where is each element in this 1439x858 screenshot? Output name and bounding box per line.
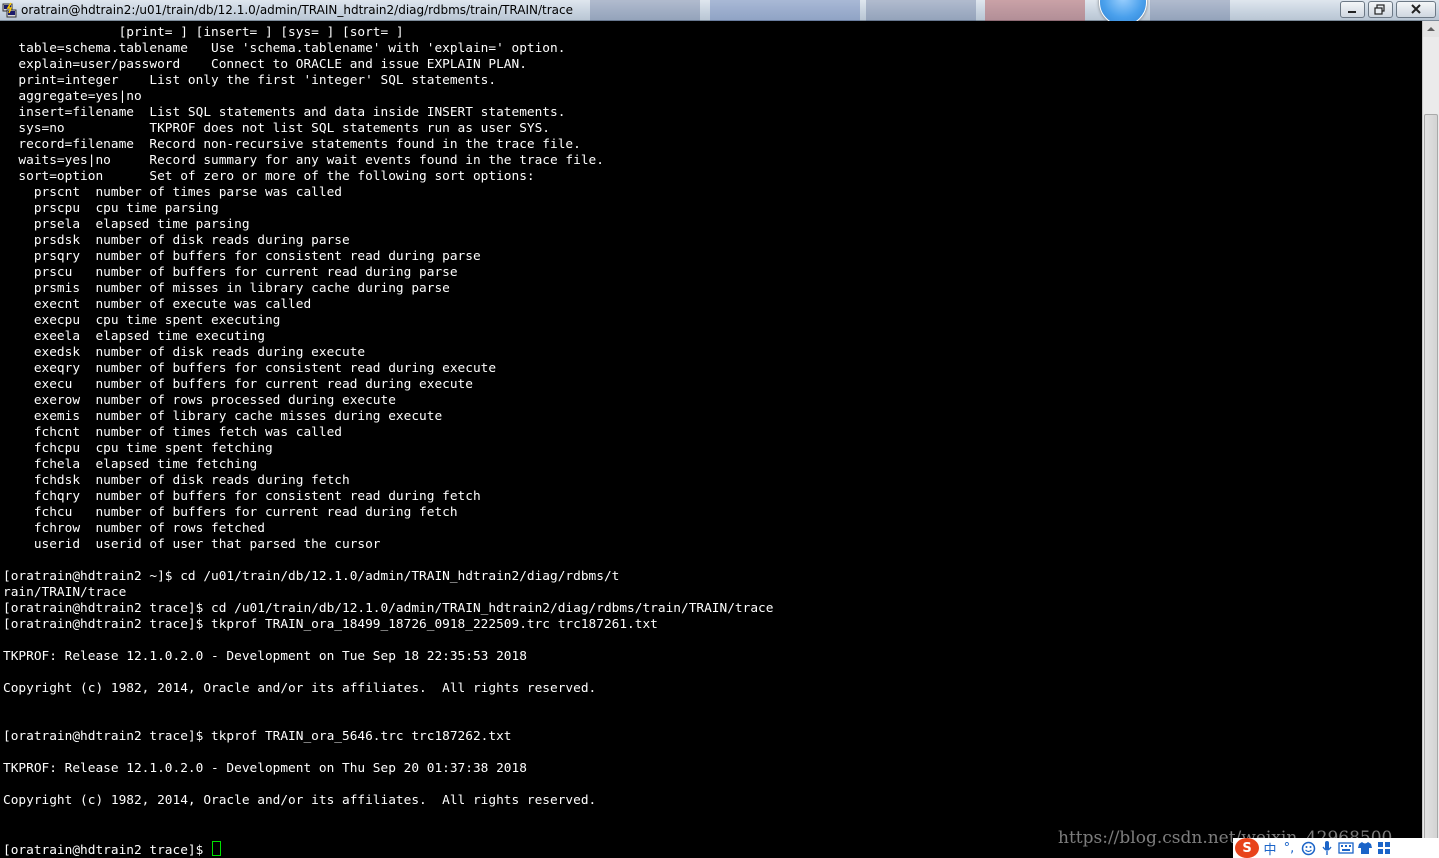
terminal-line: prsqry number of buffers for consistent … bbox=[3, 249, 481, 264]
terminal-line: aggregate=yes|no bbox=[3, 89, 142, 104]
microphone-icon[interactable] bbox=[1319, 839, 1335, 857]
smiley-icon[interactable] bbox=[1300, 839, 1316, 857]
clothes-skin-icon[interactable] bbox=[1357, 839, 1373, 857]
terminal-line: prscpu cpu time parsing bbox=[3, 201, 219, 216]
vertical-scrollbar[interactable] bbox=[1422, 21, 1439, 858]
terminal-line: Copyright (c) 1982, 2014, Oracle and/or … bbox=[3, 681, 597, 696]
background-taskbar-item bbox=[710, 0, 860, 21]
terminal-line: fchqry number of buffers for consistent … bbox=[3, 489, 481, 504]
minimize-icon bbox=[1348, 11, 1356, 13]
terminal-line: userid userid of user that parsed the cu… bbox=[3, 537, 381, 552]
terminal-line: fchcpu cpu time spent fetching bbox=[3, 441, 273, 456]
ime-language-toggle[interactable]: 中 bbox=[1262, 839, 1278, 858]
toolbox-grid-icon[interactable] bbox=[1376, 839, 1392, 857]
terminal-line: [oratrain@hdtrain2 trace]$ cd /u01/train… bbox=[3, 601, 774, 616]
terminal-line: [print= ] [insert= ] [sys= ] [sort= ] bbox=[3, 25, 404, 40]
terminal-line: execnt number of execute was called bbox=[3, 297, 312, 312]
background-taskbar-item bbox=[590, 0, 700, 21]
terminal-line: exerow number of rows processed during e… bbox=[3, 393, 396, 408]
terminal-prompt-line[interactable]: [oratrain@hdtrain2 trace]$ bbox=[3, 841, 222, 858]
scroll-up-button[interactable] bbox=[1423, 21, 1439, 37]
terminal-line: prsela elapsed time parsing bbox=[3, 217, 250, 232]
terminal-line: [oratrain@hdtrain2 ~]$ cd /u01/train/db/… bbox=[3, 569, 620, 584]
terminal-line: execpu cpu time spent executing bbox=[3, 313, 281, 328]
terminal-line: fchrow number of rows fetched bbox=[3, 521, 265, 536]
minimize-button[interactable] bbox=[1340, 1, 1365, 18]
ime-logo-icon[interactable]: S bbox=[1235, 838, 1259, 858]
terminal-line: prscnt number of times parse was called bbox=[3, 185, 342, 200]
terminal-line: record=filename Record non-recursive sta… bbox=[3, 137, 581, 152]
terminal-line: exeqry number of buffers for consistent … bbox=[3, 361, 497, 376]
text-cursor bbox=[212, 841, 222, 856]
terminal-line: sys=no TKPROF does not list SQL statemen… bbox=[3, 121, 551, 136]
terminal-line: print=integer List only the first 'integ… bbox=[3, 73, 497, 88]
terminal-line: prsmis number of misses in library cache… bbox=[3, 281, 450, 296]
terminal-output: [print= ] [insert= ] [sys= ] [sort= ] ta… bbox=[3, 25, 773, 825]
maximize-icon bbox=[1374, 4, 1385, 15]
terminal-line: [oratrain@hdtrain2 trace]$ tkprof TRAIN_… bbox=[3, 617, 658, 632]
terminal-line: waits=yes|no Record summary for any wait… bbox=[3, 153, 604, 168]
terminal-window: oratrain@hdtrain2:/u01/train/db/12.1.0/a… bbox=[0, 0, 1439, 858]
terminal-line: sort=option Set of zero or more of the f… bbox=[3, 169, 535, 184]
terminal-line: rain/TRAIN/trace bbox=[3, 585, 127, 600]
terminal-line: explain=user/password Connect to ORACLE … bbox=[3, 57, 527, 72]
terminal-line: prscu number of buffers for current read… bbox=[3, 265, 458, 280]
terminal-line: insert=filename List SQL statements and … bbox=[3, 105, 566, 120]
close-icon bbox=[1411, 4, 1421, 14]
terminal-line: TKPROF: Release 12.1.0.2.0 - Development… bbox=[3, 761, 527, 776]
terminal-line: exeela elapsed time executing bbox=[3, 329, 265, 344]
background-taskbar-item bbox=[866, 0, 976, 21]
terminal-line: [oratrain@hdtrain2 trace]$ tkprof TRAIN_… bbox=[3, 729, 512, 744]
terminal-line: fchela elapsed time fetching bbox=[3, 457, 258, 472]
ime-toolbar[interactable]: S 中 °, bbox=[1233, 838, 1439, 858]
terminal-line: fchcnt number of times fetch was called bbox=[3, 425, 342, 440]
putty-icon[interactable] bbox=[2, 2, 18, 18]
terminal-output-area[interactable]: [print= ] [insert= ] [sys= ] [sort= ] ta… bbox=[0, 21, 1422, 858]
shell-prompt: [oratrain@hdtrain2 trace]$ bbox=[3, 843, 212, 858]
terminal-line: table=schema.tablename Use 'schema.table… bbox=[3, 41, 566, 56]
close-button[interactable] bbox=[1396, 1, 1436, 18]
terminal-line: fchdsk number of disk reads during fetch bbox=[3, 473, 350, 488]
window-controls bbox=[1340, 1, 1436, 18]
ime-punctuation-toggle[interactable]: °, bbox=[1281, 839, 1297, 857]
background-taskbar-item bbox=[985, 0, 1085, 21]
scroll-thumb[interactable] bbox=[1424, 114, 1438, 842]
terminal-line: fchcu number of buffers for current read… bbox=[3, 505, 458, 520]
terminal-line: TKPROF: Release 12.1.0.2.0 - Development… bbox=[3, 649, 527, 664]
terminal-line: exedsk number of disk reads during execu… bbox=[3, 345, 366, 360]
title-bar[interactable]: oratrain@hdtrain2:/u01/train/db/12.1.0/a… bbox=[0, 0, 1439, 26]
arrow-up-icon bbox=[1427, 27, 1435, 31]
terminal-line: prsdsk number of disk reads during parse bbox=[3, 233, 350, 248]
background-taskbar-item bbox=[1150, 0, 1230, 21]
terminal-line: execu number of buffers for current read… bbox=[3, 377, 473, 392]
terminal-line: exemis number of library cache misses du… bbox=[3, 409, 443, 424]
keyboard-icon[interactable] bbox=[1338, 839, 1354, 857]
maximize-button[interactable] bbox=[1368, 1, 1393, 18]
terminal-line: Copyright (c) 1982, 2014, Oracle and/or … bbox=[3, 793, 597, 808]
window-title: oratrain@hdtrain2:/u01/train/db/12.1.0/a… bbox=[21, 3, 573, 17]
